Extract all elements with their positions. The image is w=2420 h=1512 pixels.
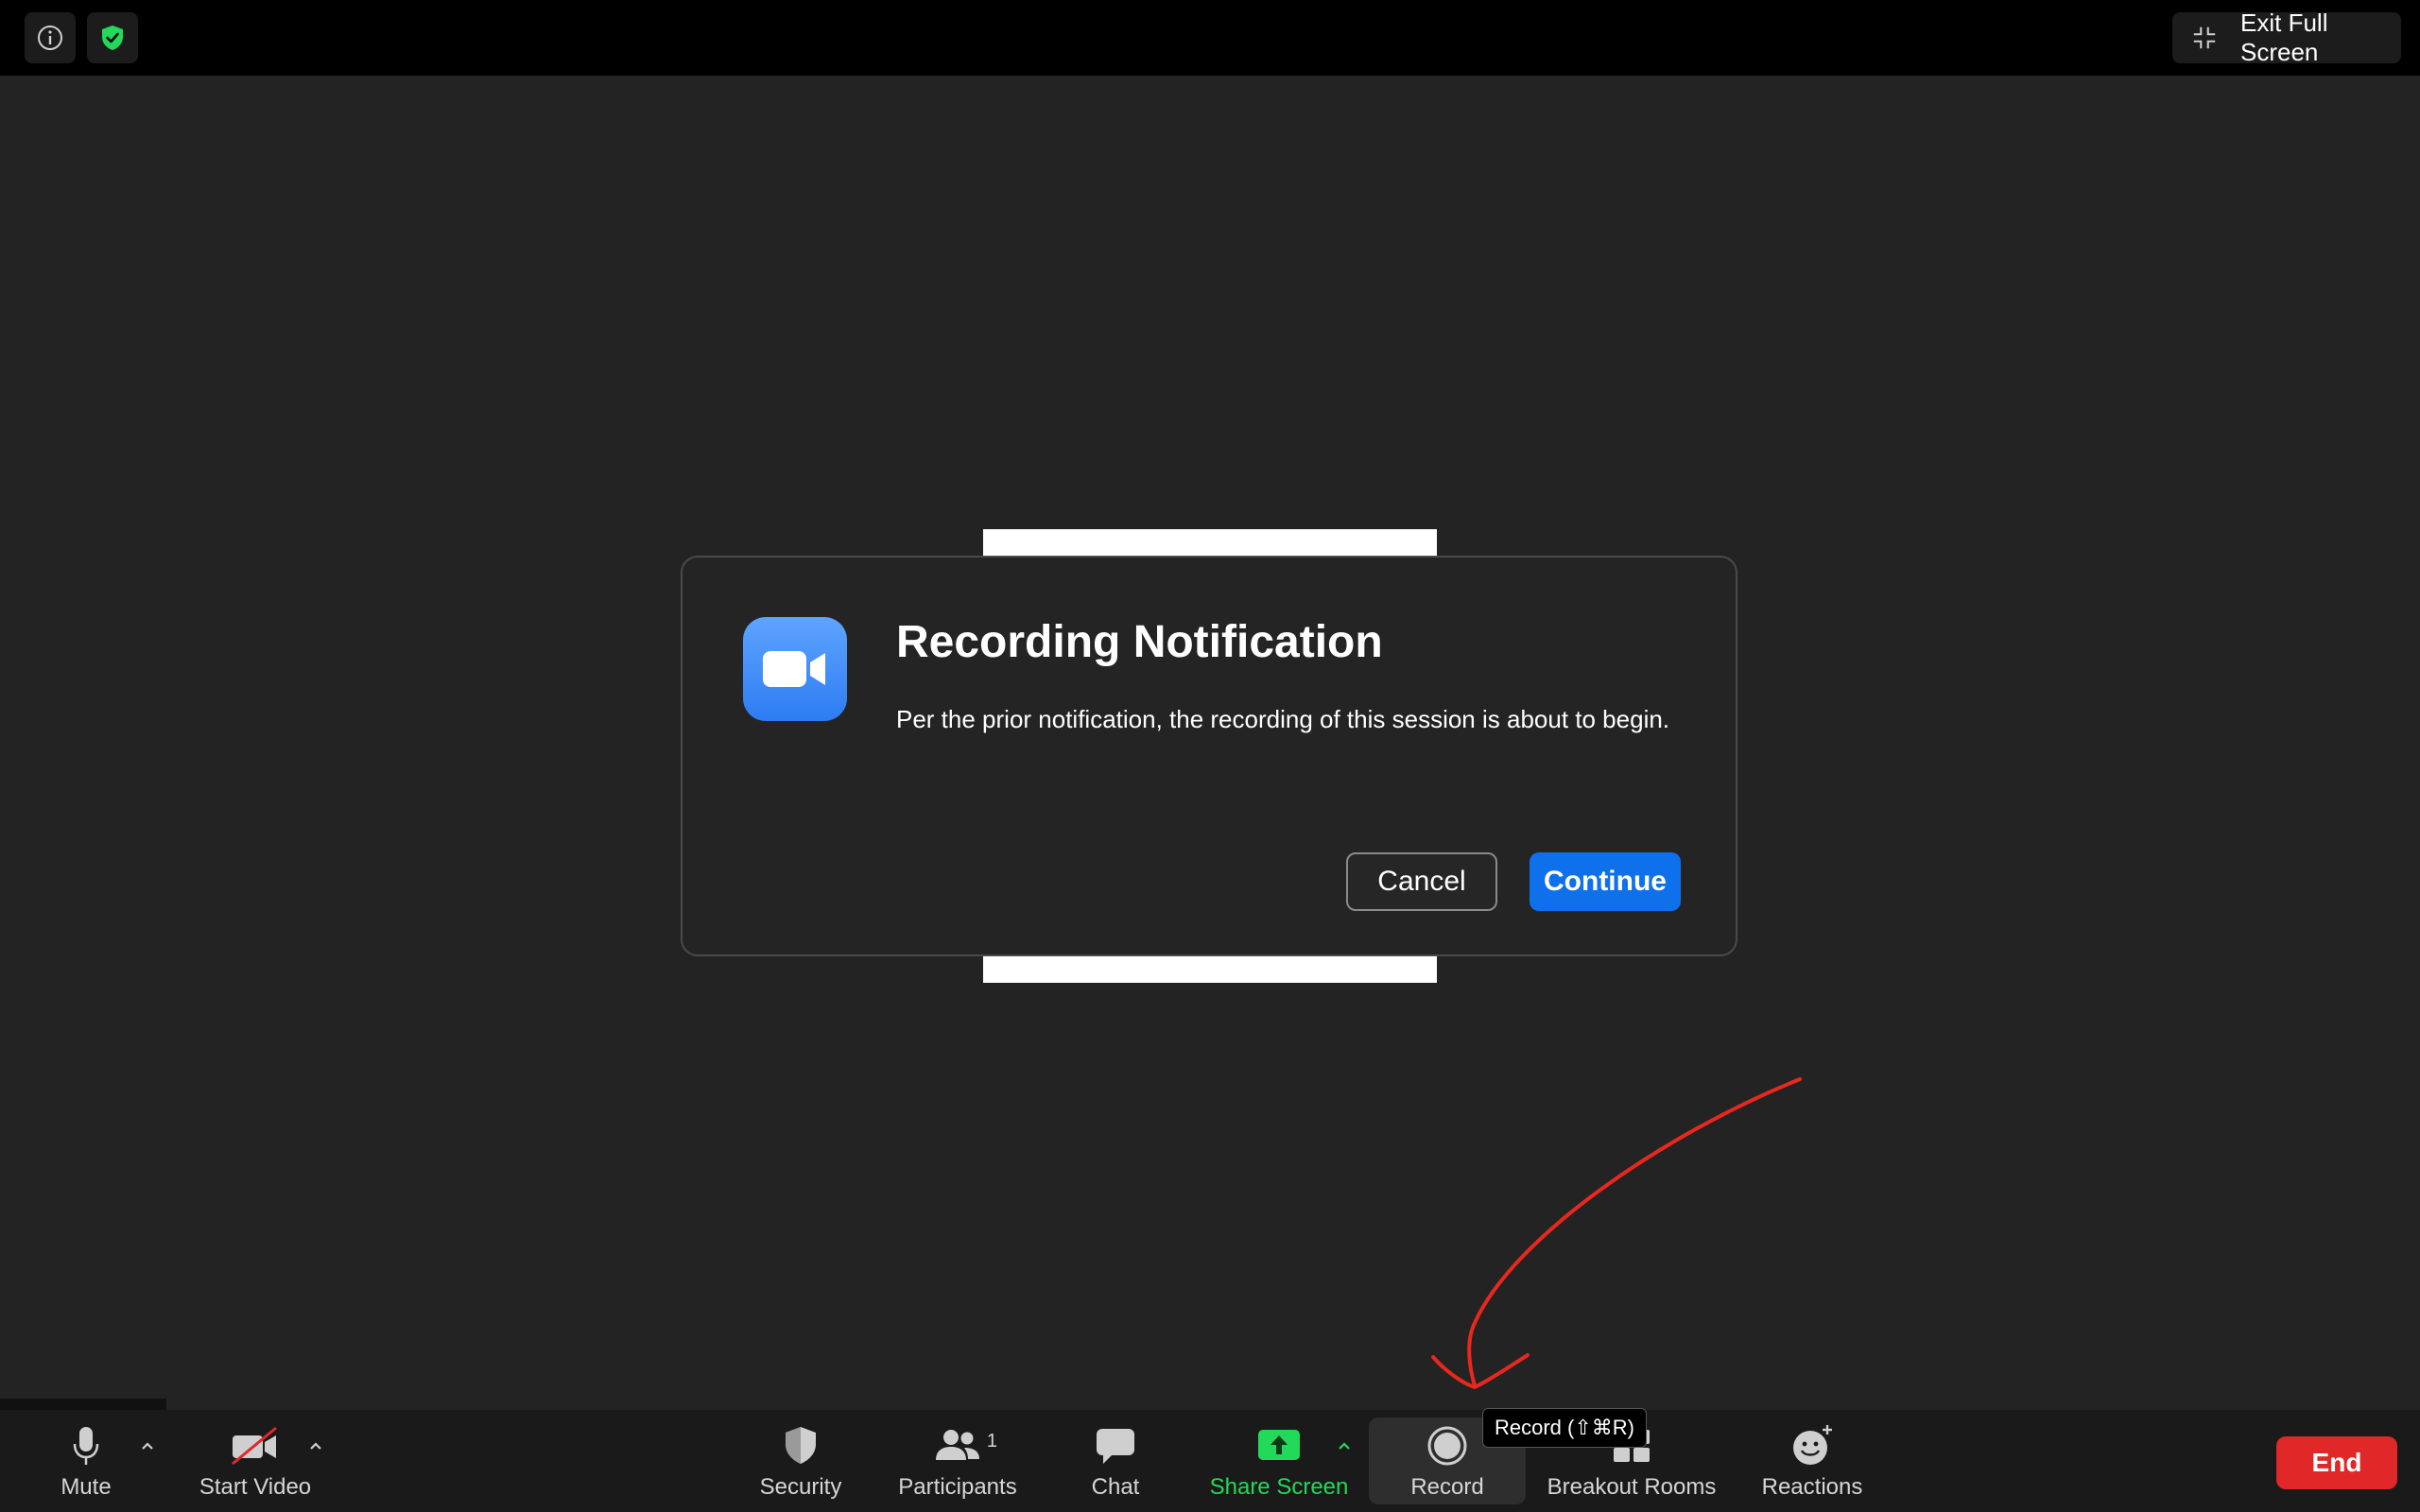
info-icon — [38, 26, 62, 50]
continue-button[interactable]: Continue — [1530, 852, 1681, 911]
recording-notification-dialog: Recording Notification Per the prior not… — [681, 556, 1737, 956]
mute-label: Mute — [60, 1474, 112, 1500]
chevron-up-icon — [142, 1442, 153, 1450]
shield-check-icon — [102, 26, 123, 50]
participant-name-tag — [0, 1399, 166, 1410]
mute-button[interactable]: Mute — [43, 1410, 129, 1512]
share-screen-arrow-icon — [1258, 1430, 1300, 1460]
reactions-button[interactable]: Reactions — [1754, 1410, 1870, 1512]
shared-content-top-edge — [983, 529, 1437, 556]
dialog-title: Recording Notification — [896, 617, 1383, 667]
participants-count: 1 — [986, 1431, 997, 1452]
video-options-caret[interactable] — [304, 1435, 327, 1457]
microphone-icon — [73, 1427, 99, 1465]
video-off-icon — [232, 1426, 277, 1466]
meeting-info-button[interactable] — [25, 12, 76, 63]
chat-bubble-icon — [1097, 1429, 1134, 1464]
exit-full-screen-label: Exit Full Screen — [2240, 9, 2328, 66]
dialog-message: Per the prior notification, the recordin… — [896, 705, 1670, 733]
smiley-add-icon — [1793, 1425, 1832, 1465]
chat-button[interactable]: Chat — [1066, 1410, 1165, 1512]
share-screen-button[interactable]: Share Screen — [1202, 1410, 1356, 1512]
security-button[interactable]: Security — [747, 1410, 855, 1512]
record-tooltip: Record (⇧⌘R) — [1482, 1408, 1648, 1448]
breakout-rooms-label: Breakout Rooms — [1547, 1474, 1717, 1500]
start-video-label: Start Video — [199, 1474, 312, 1500]
record-circle-icon — [1427, 1426, 1467, 1466]
audio-options-caret[interactable] — [136, 1435, 159, 1457]
zoom-video-camera-icon — [743, 617, 847, 721]
chevron-up-icon — [1339, 1442, 1350, 1450]
share-screen-label: Share Screen — [1209, 1474, 1349, 1500]
encryption-shield-button[interactable] — [87, 12, 138, 63]
shield-icon — [786, 1427, 816, 1464]
shared-content-bottom-edge — [983, 956, 1437, 983]
participants-icon — [936, 1430, 979, 1460]
security-label: Security — [759, 1474, 842, 1500]
record-label: Record — [1410, 1474, 1484, 1500]
end-meeting-button[interactable]: End — [2276, 1436, 2397, 1489]
chevron-up-icon — [310, 1442, 321, 1450]
top-bar: Exit Full Screen — [0, 0, 2420, 76]
participants-button[interactable]: 1 Participants — [889, 1410, 1027, 1512]
exit-full-screen-button[interactable]: Exit Full Screen — [2172, 9, 2401, 66]
chat-label: Chat — [1091, 1474, 1140, 1500]
meeting-toolbar: Mute Start Video Security 1 Participants… — [0, 1410, 2420, 1512]
reactions-label: Reactions — [1761, 1474, 1863, 1500]
exit-fullscreen-icon — [2193, 26, 2216, 49]
participants-label: Participants — [898, 1474, 1017, 1500]
cancel-button[interactable]: Cancel — [1346, 852, 1497, 911]
start-video-button[interactable]: Start Video — [187, 1410, 323, 1512]
share-options-caret[interactable] — [1333, 1435, 1356, 1457]
